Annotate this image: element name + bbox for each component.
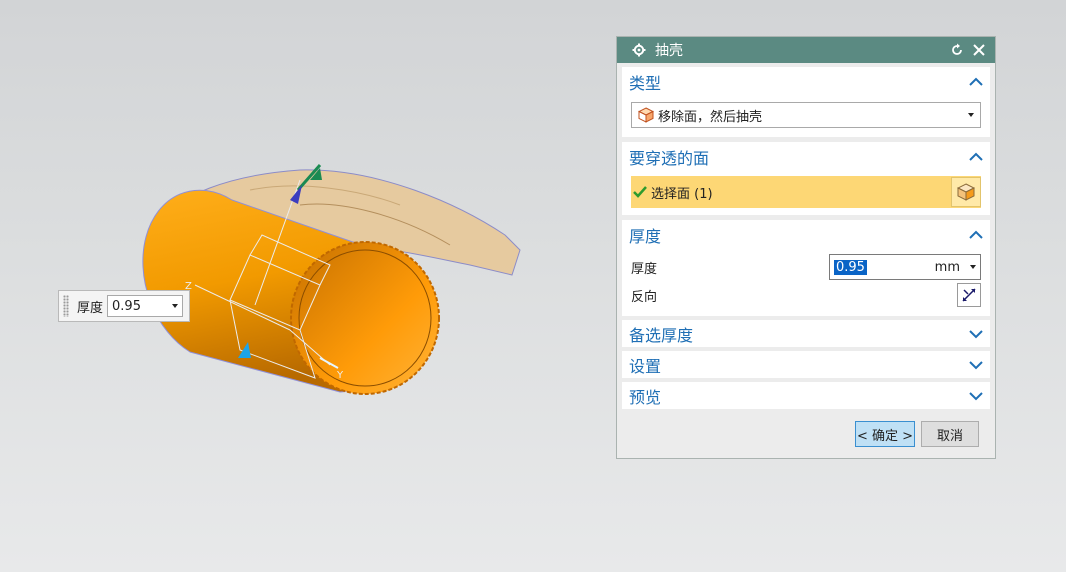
type-dropdown[interactable]: 移除面，然后抽壳 [631,102,981,128]
type-section: 类型 移除面，然后抽壳 [622,67,990,137]
checkmark-icon [633,186,647,198]
reverse-row: 反向 [631,283,981,307]
type-section-header[interactable]: 类型 [622,67,990,97]
chevron-up-icon [969,77,983,86]
pierce-faces-section-header[interactable]: 要穿透的面 [622,142,990,172]
handle-thickness-dropdown[interactable]: 0.95 [107,295,184,317]
settings-section[interactable]: 设置 [622,351,990,378]
cancel-button[interactable]: 取消 [921,421,979,447]
preview-section-title: 预览 [629,387,662,407]
thickness-handle[interactable]: 厚度 0.95 [58,290,190,322]
reverse-direction-button[interactable] [957,283,981,307]
gear-icon[interactable] [631,42,647,58]
pierce-faces-section: 要穿透的面 选择面 (1) [622,142,990,215]
thickness-label: 厚度 [631,261,658,277]
settings-section-header[interactable]: 设置 [622,351,990,378]
select-face-button[interactable] [951,177,981,207]
dialog-title: 抽壳 [655,43,683,59]
reverse-direction-icon [962,288,976,302]
thickness-input[interactable]: 0.95 mm [829,254,981,280]
reset-icon[interactable] [949,42,965,58]
chevron-down-icon [969,391,983,400]
shell-dialog: 抽壳 类型 移除面，然后抽壳 要穿透的面 选择面 (1) 厚度 厚度 0.95 … [616,36,996,459]
alt-thickness-section-header[interactable]: 备选厚度 [622,320,990,347]
thickness-unit: mm [934,259,960,275]
preview-section-header[interactable]: 预览 [622,382,990,409]
alt-thickness-section[interactable]: 备选厚度 [622,320,990,347]
alt-thickness-section-title: 备选厚度 [629,325,694,345]
axis-y-label: Y [336,370,344,381]
type-value: 移除面，然后抽壳 [658,109,763,125]
thickness-value[interactable]: 0.95 [834,259,867,275]
handle-label: 厚度 [77,300,104,316]
reverse-label: 反向 [631,289,658,305]
thickness-section: 厚度 厚度 0.95 mm 反向 [622,220,990,316]
pierce-faces-section-title: 要穿透的面 [629,149,710,168]
chevron-up-icon [969,230,983,239]
thickness-row: 厚度 0.95 mm [631,254,981,280]
remove-face-icon [638,107,654,123]
dialog-title-bar: 抽壳 [617,37,995,63]
thickness-section-title: 厚度 [629,227,662,246]
ok-button[interactable]: < 确定 > [855,421,915,447]
preview-section[interactable]: 预览 [622,382,990,409]
chevron-up-icon [969,152,983,161]
chevron-down-icon[interactable] [970,265,976,269]
select-face-row[interactable]: 选择面 (1) [631,176,981,208]
chevron-down-icon [969,360,983,369]
settings-section-title: 设置 [629,356,662,376]
select-face-label: 选择面 (1) [651,186,713,202]
chevron-down-icon [969,329,983,338]
type-section-title: 类型 [629,74,662,93]
drag-grip-icon[interactable] [63,295,69,317]
face-cube-icon [957,183,975,201]
thickness-section-header[interactable]: 厚度 [622,220,990,250]
handle-thickness-value: 0.95 [112,298,141,314]
chevron-down-icon [968,113,974,117]
chevron-down-icon [172,304,179,308]
close-icon[interactable] [971,42,987,58]
